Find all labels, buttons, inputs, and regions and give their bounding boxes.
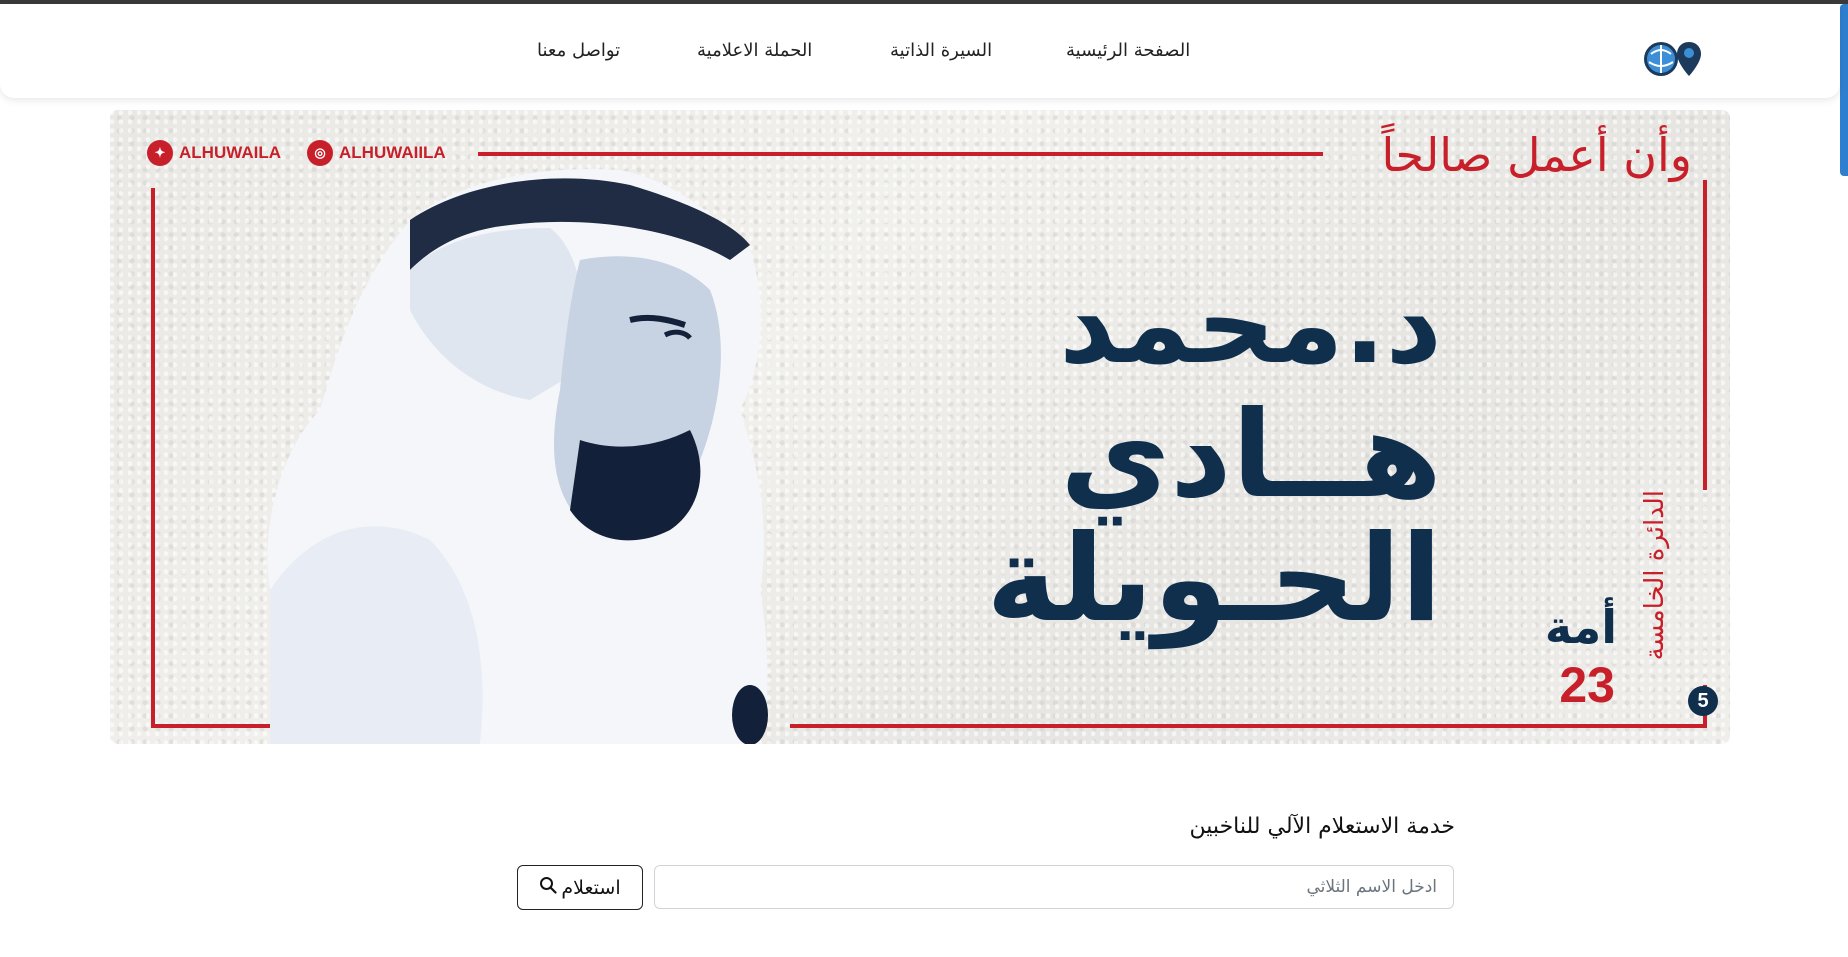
nav-link-biography[interactable]: السيرة الذاتية xyxy=(890,40,992,61)
search-icon xyxy=(539,876,558,899)
instagram-handle[interactable]: ◎ ALHUWAIILA xyxy=(307,140,446,166)
scrollbar-thumb[interactable] xyxy=(1840,4,1848,176)
candidate-portrait xyxy=(267,169,768,744)
instagram-handle-text: ALHUWAIILA xyxy=(339,143,446,162)
nav-link-contact[interactable]: تواصل معنا xyxy=(537,40,620,61)
candidate-name-line-3: الحـويلة xyxy=(986,510,1444,649)
navbar: الصفحة الرئيسية السيرة الذاتية الحملة ال… xyxy=(0,4,1840,98)
hero-slogan: وأن أعمل صالحاً xyxy=(1381,128,1692,182)
inquiry-title: خدمة الاستعلام الآلي للناخبين xyxy=(1189,814,1455,839)
candidate-name-line-2: هــادي xyxy=(1060,386,1444,525)
twitter-handle-text: ALHUWAILA xyxy=(179,143,281,162)
umma-number: 23 xyxy=(1559,657,1615,713)
district-label: الدائرة الخامسة xyxy=(1640,490,1670,661)
twitter-icon: ✦ xyxy=(147,140,173,166)
nav-link-home[interactable]: الصفحة الرئيسية xyxy=(1066,40,1190,61)
twitter-handle[interactable]: ✦ ALHUWAILA xyxy=(147,140,281,166)
full-name-search-input[interactable] xyxy=(654,865,1454,909)
hero-banner: ✦ ALHUWAILA ◎ ALHUWAIILA وأن أعمل صالحاً… xyxy=(110,110,1730,744)
nav-link-media-campaign[interactable]: الحملة الاعلامية xyxy=(697,40,812,61)
inquiry-search-button[interactable]: استعلام xyxy=(517,865,643,910)
umma-label: أمة xyxy=(1544,600,1617,654)
logo-icon[interactable] xyxy=(1637,36,1707,82)
candidate-name-line-1: د.محمد xyxy=(1059,260,1444,388)
hero-frame-lines xyxy=(151,152,1707,744)
district-number-badge: 5 xyxy=(1688,686,1718,716)
instagram-icon: ◎ xyxy=(307,140,333,166)
inquiry-button-label: استعلام xyxy=(561,876,621,899)
